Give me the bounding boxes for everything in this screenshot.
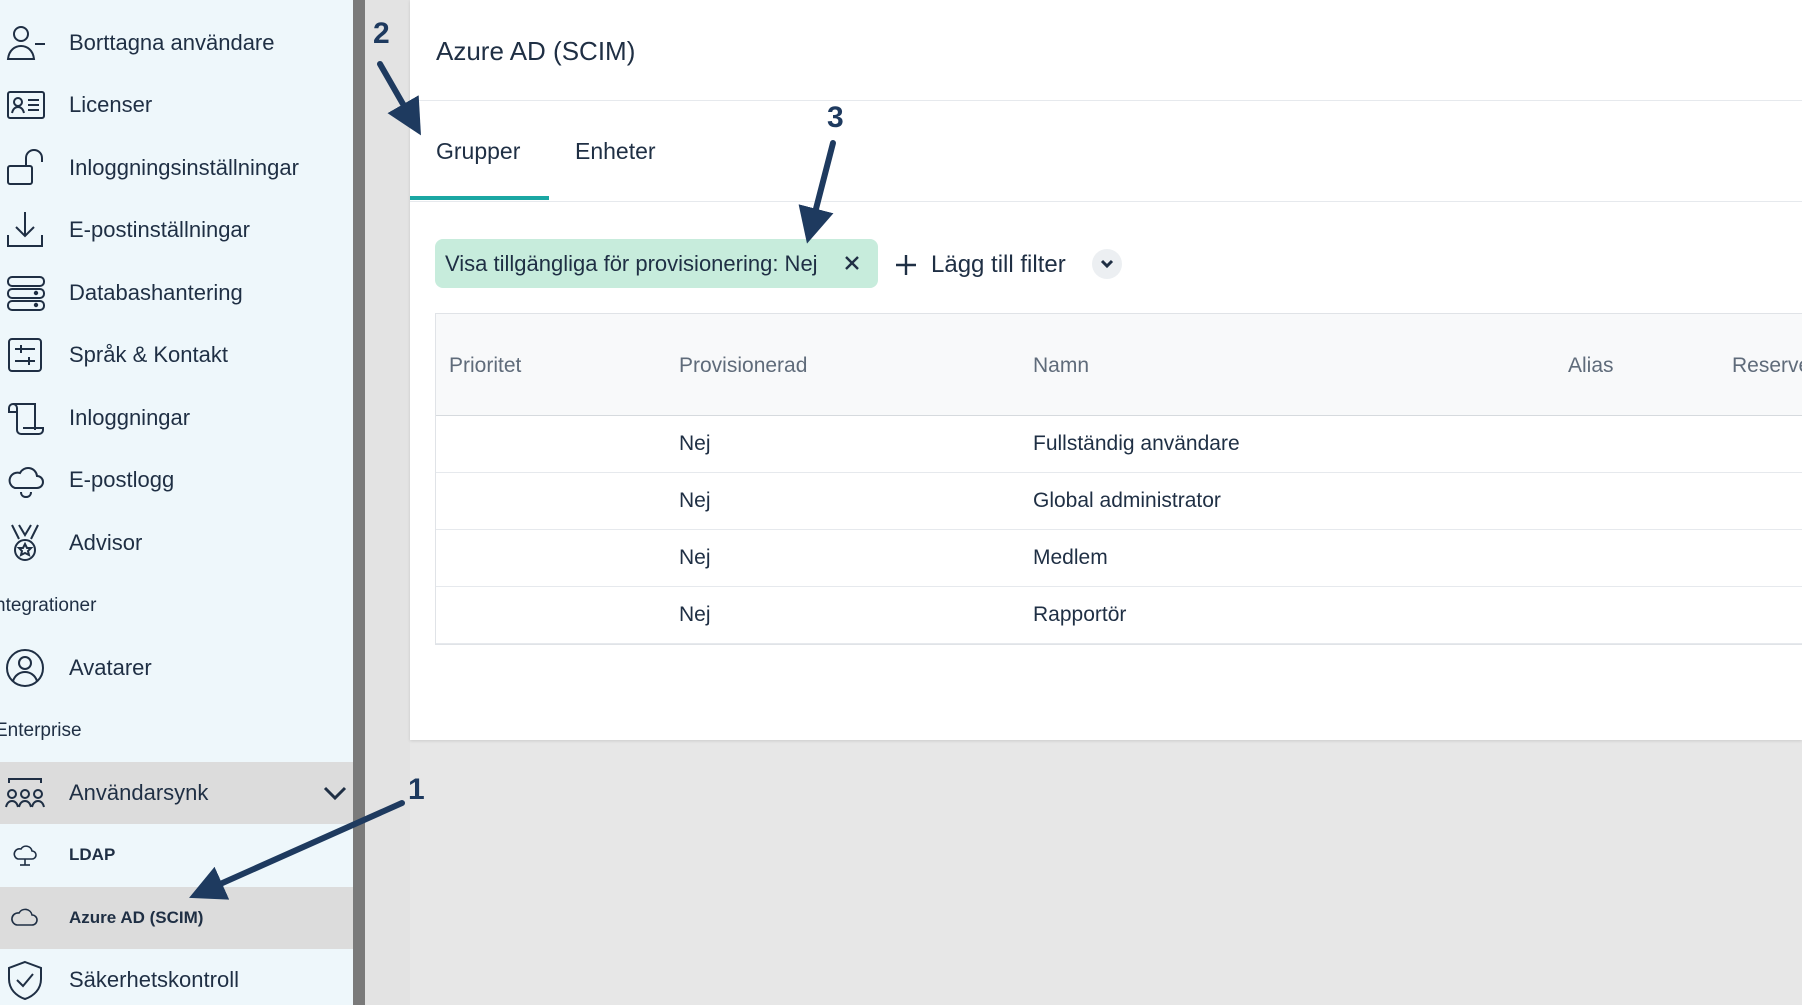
sidebar-item-advisor[interactable]: Advisor xyxy=(0,512,353,574)
close-icon[interactable] xyxy=(841,252,863,274)
sidebar-item-label: Inloggningar xyxy=(69,405,191,430)
annotation-number-1: 1 xyxy=(408,773,425,806)
sidebar-item-label: Advisor xyxy=(69,530,143,555)
shield-check-icon xyxy=(3,958,47,1002)
sidebar-item-label: Inloggningsinställningar xyxy=(69,155,299,180)
annotation-number-2: 2 xyxy=(373,17,390,50)
unlock-icon xyxy=(3,146,47,190)
table-row[interactable]: Nej Global administrator xyxy=(436,473,1802,530)
column-header-alias[interactable]: Alias xyxy=(1568,354,1614,378)
page-title: Azure AD (SCIM) xyxy=(436,36,636,66)
add-filter-button[interactable]: Lägg till filter xyxy=(893,247,1066,283)
cell-provisioned: Nej xyxy=(679,546,711,569)
sidebar-item-label: Azure AD (SCIM) xyxy=(69,908,204,927)
scroll-icon xyxy=(3,396,47,440)
sidebar-item-azure-ad-scim[interactable]: Azure AD (SCIM) xyxy=(0,887,353,949)
sidebar-item-label: Säkerhetskontroll xyxy=(69,967,239,992)
tab-groups[interactable]: Grupper xyxy=(436,138,520,165)
groups-table: Prioritet Provisionerad Namn Alias Reser… xyxy=(435,313,1802,645)
cell-name: Rapportör xyxy=(1033,603,1127,626)
sidebar-item-label: E-postlogg xyxy=(69,467,175,492)
sidebar-item-email-log[interactable]: E-postlogg xyxy=(0,449,353,511)
content-gutter xyxy=(365,0,410,1005)
sidebar-item-login-settings[interactable]: Inloggningsinställningar xyxy=(0,137,353,199)
sidebar-item-label: LDAP xyxy=(69,845,116,864)
column-header-reserved[interactable]: Reserve xyxy=(1732,354,1802,378)
active-tab-indicator xyxy=(410,196,549,200)
cell-provisioned: Nej xyxy=(679,603,711,626)
medal-icon xyxy=(3,521,47,565)
table-row[interactable]: Nej Fullständig användare xyxy=(436,416,1802,473)
chevron-down-icon[interactable] xyxy=(322,781,348,805)
sidebar-item-label: Språk & Kontakt xyxy=(69,342,228,367)
sidebar-item-label: E-postinställningar xyxy=(69,217,250,242)
sidebar-item-ldap[interactable]: LDAP xyxy=(0,824,353,886)
table-row[interactable]: Nej Medlem xyxy=(436,530,1802,587)
tabs-divider xyxy=(410,201,1802,202)
column-header-provisioned[interactable]: Provisionerad xyxy=(679,354,807,378)
title-divider xyxy=(410,100,1802,101)
people-group-icon xyxy=(3,771,47,815)
add-filter-label: Lägg till filter xyxy=(931,251,1066,278)
sidebar-item-database[interactable]: Databashantering xyxy=(0,262,353,324)
sidebar-item-label: Licenser xyxy=(69,92,153,117)
tab-devices[interactable]: Enheter xyxy=(575,138,656,165)
user-minus-icon xyxy=(3,21,47,65)
sidebar-item-language-contact[interactable]: Språk & Kontakt xyxy=(0,324,353,386)
table-row[interactable]: Nej Rapportör xyxy=(436,587,1802,644)
cell-name: Global administrator xyxy=(1033,489,1221,512)
cell-name: Medlem xyxy=(1033,546,1108,569)
filter-chip-label: Visa tillgängliga för provisionering: Ne… xyxy=(445,250,818,276)
sidebar-item-label: Borttagna användare xyxy=(69,30,275,55)
sidebar-item-deleted-users[interactable]: Borttagna användare xyxy=(0,12,353,74)
sidebar-item-user-sync[interactable]: Användarsynk xyxy=(0,762,353,824)
user-circle-icon xyxy=(3,646,47,690)
sidebar-item-label: Avatarer xyxy=(69,655,152,680)
column-header-priority[interactable]: Prioritet xyxy=(449,354,521,378)
server-icon xyxy=(3,271,47,315)
annotation-number-3: 3 xyxy=(827,101,844,134)
filter-chip[interactable]: Visa tillgängliga för provisionering: Ne… xyxy=(435,239,878,288)
cell-provisioned: Nej xyxy=(679,489,711,512)
sidebar-divider[interactable] xyxy=(353,0,365,1005)
table-header: Prioritet Provisionerad Namn Alias Reser… xyxy=(436,314,1802,416)
sidebar-item-label: Databashantering xyxy=(69,280,243,305)
cell-name: Fullständig användare xyxy=(1033,432,1240,455)
sidebar-item-security-check[interactable]: Säkerhetskontroll xyxy=(0,949,353,1005)
column-header-name[interactable]: Namn xyxy=(1033,354,1089,378)
plus-icon xyxy=(896,255,916,275)
main-card: Azure AD (SCIM) Grupper Enheter Visa til… xyxy=(410,0,1802,740)
sidebar-item-avatars[interactable]: Avatarer xyxy=(0,637,353,699)
cloud-network-icon xyxy=(10,839,40,869)
sidebar: Borttagna användare Licenser Inloggnings… xyxy=(0,0,353,1005)
id-card-icon xyxy=(3,83,47,127)
cell-provisioned: Nej xyxy=(679,432,711,455)
sliders-icon xyxy=(3,333,47,377)
cloud-icon xyxy=(10,902,40,932)
bell-cloud-icon xyxy=(3,458,47,502)
section-label-integrations: ntegrationer xyxy=(0,595,97,616)
download-tray-icon xyxy=(3,208,47,252)
filter-dropdown-button[interactable] xyxy=(1092,249,1122,279)
sidebar-item-label: Användarsynk xyxy=(69,780,209,805)
chevron-down-icon xyxy=(1100,259,1114,269)
section-label-enterprise: Enterprise xyxy=(0,720,82,741)
sidebar-item-licenses[interactable]: Licenser xyxy=(0,74,353,136)
sidebar-item-email-settings[interactable]: E-postinställningar xyxy=(0,199,353,261)
sidebar-item-logins[interactable]: Inloggningar xyxy=(0,387,353,449)
